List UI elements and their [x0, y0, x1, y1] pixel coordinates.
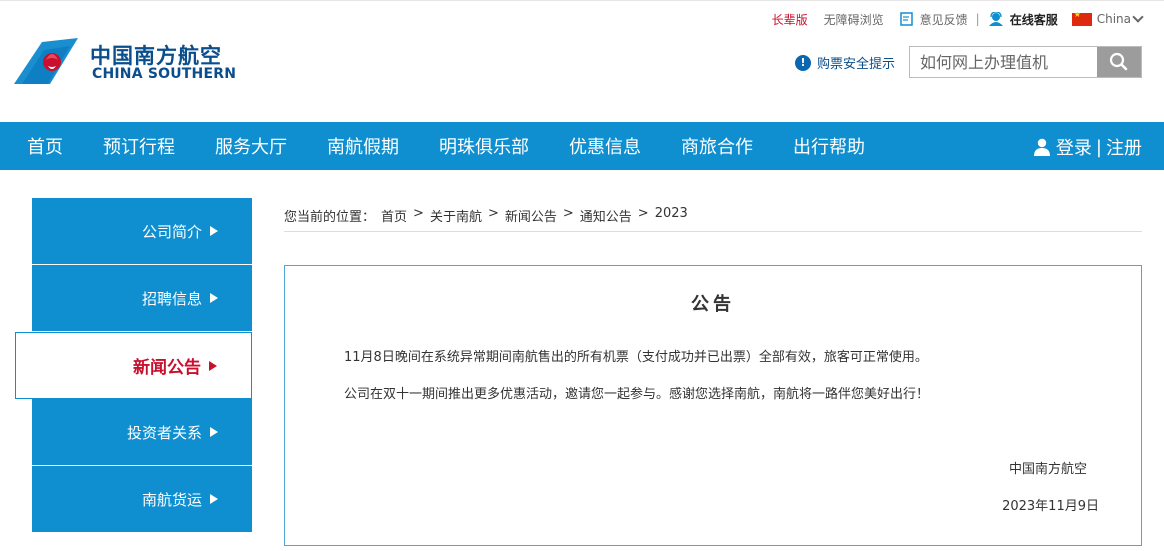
breadcrumb-home[interactable]: 首页: [381, 206, 407, 231]
top-border: [0, 0, 1164, 1]
online-service-label: 在线客服: [1009, 12, 1058, 27]
sidebar-item-news[interactable]: 新闻公告: [15, 332, 252, 399]
nav-item-business[interactable]: 商旅合作: [681, 133, 753, 159]
triangle-right-icon: [210, 293, 218, 303]
nav-item-holidays[interactable]: 南航假期: [327, 133, 399, 159]
ticket-safety-tip-link[interactable]: ! 购票安全提示: [795, 53, 895, 72]
china-southern-logo[interactable]: 中国南方航空 CHINA SOUTHERN: [14, 38, 254, 88]
search-input[interactable]: [910, 47, 1098, 77]
accessibility-link[interactable]: 无障碍浏览: [824, 11, 884, 28]
top-utility-links: 长辈版 无障碍浏览 意见反馈 | 在线客服 China: [756, 10, 1144, 28]
nav-item-travel-help[interactable]: 出行帮助: [793, 133, 865, 159]
register-link[interactable]: 注册: [1106, 134, 1142, 160]
notice-title: 公告: [691, 294, 735, 315]
user-icon: [1033, 138, 1050, 156]
main-nav: 首页 预订行程 服务大厅 南航假期 明珠俱乐部 优惠信息 商旅合作 出行帮助 登…: [0, 122, 1164, 170]
breadcrumb-separator: >: [562, 206, 574, 221]
nav-item-booking[interactable]: 预订行程: [103, 133, 175, 159]
search-icon: [1109, 52, 1128, 71]
triangle-right-icon: [210, 427, 218, 437]
feedback-link[interactable]: 意见反馈: [899, 11, 968, 28]
sidebar-item-label: 投资者关系: [126, 423, 202, 442]
breadcrumb-separator: >: [413, 206, 424, 221]
edit-note-icon: [899, 12, 913, 26]
info-icon: !: [795, 54, 811, 71]
china-flag-icon: [1071, 10, 1092, 26]
online-service-link[interactable]: 在线客服: [988, 11, 1058, 28]
chevron-down-icon: [1132, 11, 1144, 23]
breadcrumb-notices[interactable]: 通知公告: [580, 206, 632, 231]
triangle-right-icon: [209, 360, 217, 371]
sidebar-item-label: 新闻公告: [133, 358, 201, 378]
sidebar-item-investor-relations[interactable]: 投资者关系: [32, 399, 252, 466]
triangle-right-icon: [210, 494, 218, 504]
feedback-label: 意见反馈: [919, 12, 968, 27]
login-register: 登录 | 注册: [1033, 134, 1142, 160]
sidebar-item-cargo[interactable]: 南航货运: [32, 466, 252, 533]
kapok-flower-logo-icon: [14, 38, 78, 84]
search-button[interactable]: [1097, 47, 1141, 77]
notice-panel: 公告 11月8日晚间在系统异常期间南航售出的所有机票（支付成功并已出票）全部有效…: [284, 265, 1142, 546]
sidebar: 公司简介 招聘信息 新闻公告 投资者关系 南航货运: [15, 198, 252, 533]
search-box: [909, 46, 1142, 78]
toplinks-separator: |: [975, 12, 980, 26]
sidebar-item-label: 公司简介: [141, 222, 202, 241]
login-link[interactable]: 登录: [1056, 134, 1092, 160]
sidebar-item-label: 南航货运: [141, 490, 202, 509]
login-divider: |: [1095, 136, 1102, 158]
notice-paragraph: 11月8日晚间在系统异常期间南航售出的所有机票（支付成功并已出票）全部有效，旅客…: [344, 350, 928, 365]
breadcrumb: 您当前的位置： 首页 > 关于南航 > 新闻公告 > 通知公告 > 2023: [284, 206, 1142, 232]
notice-paragraph: 公司在双十一期间推出更多优惠活动，邀请您一起参与。感谢您选择南航，南航将一路伴您…: [344, 387, 930, 402]
logo-text-en: CHINA SOUTHERN: [92, 66, 237, 82]
sidebar-item-company-profile[interactable]: 公司简介: [32, 198, 252, 265]
breadcrumb-about[interactable]: 关于南航: [430, 206, 482, 231]
sidebar-item-label: 招聘信息: [141, 289, 202, 308]
breadcrumb-separator: >: [637, 206, 649, 221]
elder-mode-link[interactable]: 长辈版: [772, 11, 808, 28]
customer-service-icon: [988, 12, 1003, 26]
nav-item-home[interactable]: 首页: [27, 133, 63, 159]
notice-signature: 中国南方航空: [1008, 462, 1087, 477]
safety-tip-label: 购票安全提示: [817, 57, 896, 72]
region-label: China: [1096, 12, 1131, 26]
nav-item-pearl-club[interactable]: 明珠俱乐部: [439, 133, 529, 159]
nav-item-promotions[interactable]: 优惠信息: [569, 133, 641, 159]
breadcrumb-year[interactable]: 2023: [655, 206, 688, 231]
breadcrumb-separator: >: [487, 206, 499, 221]
nav-item-service-hall[interactable]: 服务大厅: [215, 133, 287, 159]
breadcrumb-news[interactable]: 新闻公告: [505, 206, 557, 231]
breadcrumb-prefix: 您当前的位置：: [284, 210, 376, 225]
notice-date: 2023年11月9日: [1002, 499, 1099, 514]
sidebar-item-careers[interactable]: 招聘信息: [32, 265, 252, 332]
region-selector[interactable]: China: [1071, 10, 1144, 26]
triangle-right-icon: [210, 226, 218, 236]
